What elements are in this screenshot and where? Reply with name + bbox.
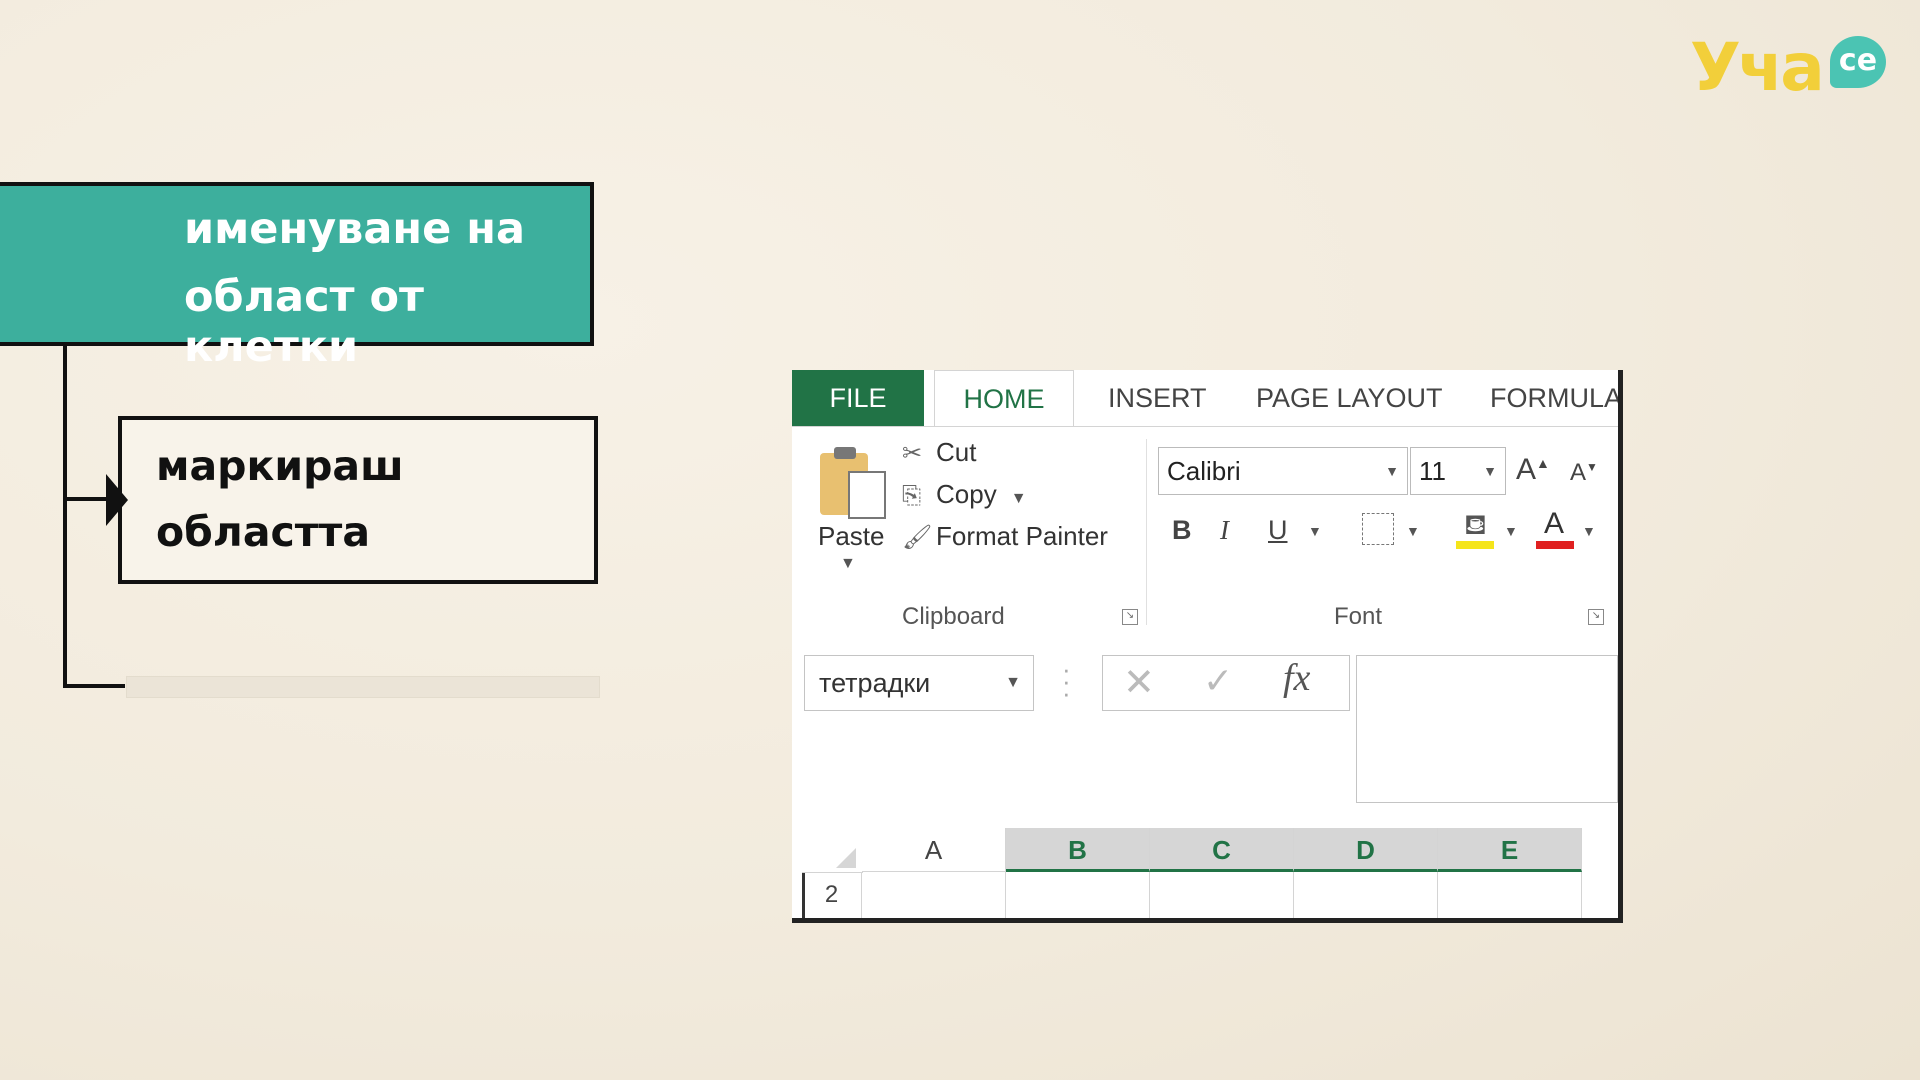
cut-label: Cut	[936, 437, 977, 467]
paste-icon[interactable]	[820, 447, 886, 519]
shrink-font-icon[interactable]: A▼	[1570, 459, 1598, 487]
format-painter-label: Format Painter	[936, 521, 1108, 551]
chevron-down-icon[interactable]: ▼	[1011, 490, 1027, 507]
dialog-launcher-icon[interactable]: ↘	[1588, 609, 1604, 625]
chevron-down-icon[interactable]: ▼	[840, 555, 856, 573]
column-header-c[interactable]: C	[1150, 828, 1294, 872]
formula-buttons: ✕ ✓ fx	[1102, 655, 1350, 711]
column-header-b[interactable]: B	[1006, 828, 1150, 872]
topic-line-2: област от клетки	[184, 272, 424, 372]
scissors-icon: ✂	[902, 440, 923, 467]
worksheet-grid: A B C D E 2	[802, 828, 1618, 918]
ribbon-home: Paste ▼ ✂ Cut ⎘ Copy ▼ 🖌 Format Painter Clip…	[792, 426, 1618, 635]
copy-icon: ⎘	[902, 482, 922, 509]
copy-label: Copy	[936, 479, 997, 509]
ribbon-tabs: FILE HOME INSERT PAGE LAYOUT FORMULA	[792, 370, 1618, 429]
chevron-down-icon[interactable]: ▼	[1385, 448, 1399, 494]
tab-formulas[interactable]: FORMULA	[1490, 370, 1618, 426]
logo-word: Уча	[1690, 29, 1825, 106]
fill-color-icon[interactable]: ⛾	[1456, 509, 1494, 549]
chevron-down-icon[interactable]: ▼	[1005, 656, 1021, 710]
resize-handle-icon[interactable]: · · ·	[1062, 656, 1071, 706]
step-box: маркираш областта	[118, 416, 598, 584]
topic-box: именуване на област от клетки	[0, 182, 594, 372]
connector-vertical	[63, 346, 67, 688]
excel-window: FILE HOME INSERT PAGE LAYOUT FORMULA Pas…	[792, 370, 1623, 923]
copy-button[interactable]: ⎘ Copy ▼	[902, 479, 1027, 510]
placeholder-bar	[126, 676, 600, 698]
chevron-down-icon[interactable]: ▼	[1483, 448, 1497, 494]
column-header-e[interactable]: E	[1438, 828, 1582, 872]
step-line-2: областта	[156, 508, 370, 556]
column-header-d[interactable]: D	[1294, 828, 1438, 872]
font-family-select[interactable]: Calibri ▼	[1158, 447, 1408, 495]
formula-area: тетрадки ▼ · · · ✕ ✓ fx	[792, 633, 1618, 813]
name-box[interactable]: тетрадки ▼	[804, 655, 1034, 711]
arrow-right-icon	[106, 474, 128, 526]
connector-branch-2	[63, 684, 125, 688]
name-box-value: тетрадки	[819, 668, 931, 698]
italic-button[interactable]: I	[1220, 515, 1229, 546]
chevron-down-icon[interactable]: ▼	[1308, 523, 1322, 539]
font-group-label: Font	[1334, 603, 1383, 630]
font-size-value: 11	[1419, 456, 1446, 486]
cell-a2[interactable]	[862, 872, 1006, 918]
format-painter-button[interactable]: 🖌 Format Painter	[902, 521, 1108, 552]
cell-c2[interactable]	[1150, 872, 1294, 918]
grow-font-icon[interactable]: A▲	[1516, 453, 1550, 487]
tab-page-layout[interactable]: PAGE LAYOUT	[1256, 370, 1443, 426]
cancel-icon[interactable]: ✕	[1123, 660, 1155, 705]
formula-bar-input[interactable]	[1356, 655, 1618, 803]
paintbrush-icon: 🖌	[902, 524, 933, 551]
font-size-select[interactable]: 11 ▼	[1410, 447, 1506, 495]
cell-b2[interactable]	[1006, 872, 1150, 918]
tab-file[interactable]: FILE	[792, 370, 924, 426]
insert-function-icon[interactable]: fx	[1283, 656, 1310, 700]
cell-d2[interactable]	[1294, 872, 1438, 918]
column-header-a[interactable]: A	[862, 828, 1006, 872]
tab-home[interactable]: HOME	[934, 370, 1074, 429]
tab-insert[interactable]: INSERT	[1108, 370, 1207, 426]
clipboard-group-label: Clipboard	[902, 603, 1005, 630]
cut-button[interactable]: ✂ Cut	[902, 437, 976, 468]
row-header-2[interactable]: 2	[802, 872, 862, 918]
group-separator	[1146, 439, 1147, 625]
bold-button[interactable]: B	[1172, 515, 1192, 546]
font-family-value: Calibri	[1167, 456, 1241, 486]
enter-icon[interactable]: ✓	[1203, 660, 1233, 702]
font-color-icon[interactable]: A	[1536, 507, 1574, 549]
chevron-down-icon[interactable]: ▼	[1582, 523, 1596, 539]
chevron-down-icon[interactable]: ▼	[1504, 523, 1518, 539]
cell-e2[interactable]	[1438, 872, 1582, 918]
uchase-logo: Уча се	[1690, 28, 1890, 108]
step-line-1: маркираш	[156, 442, 404, 490]
paste-button[interactable]: Paste	[818, 521, 885, 552]
dialog-launcher-icon[interactable]: ↘	[1122, 609, 1138, 625]
topic-line-1: именуване на	[184, 204, 525, 254]
borders-icon[interactable]	[1362, 513, 1394, 545]
chevron-down-icon[interactable]: ▼	[1406, 523, 1420, 539]
select-all-corner[interactable]	[802, 828, 863, 873]
logo-badge: се	[1830, 36, 1886, 88]
underline-button[interactable]: U	[1268, 515, 1288, 546]
